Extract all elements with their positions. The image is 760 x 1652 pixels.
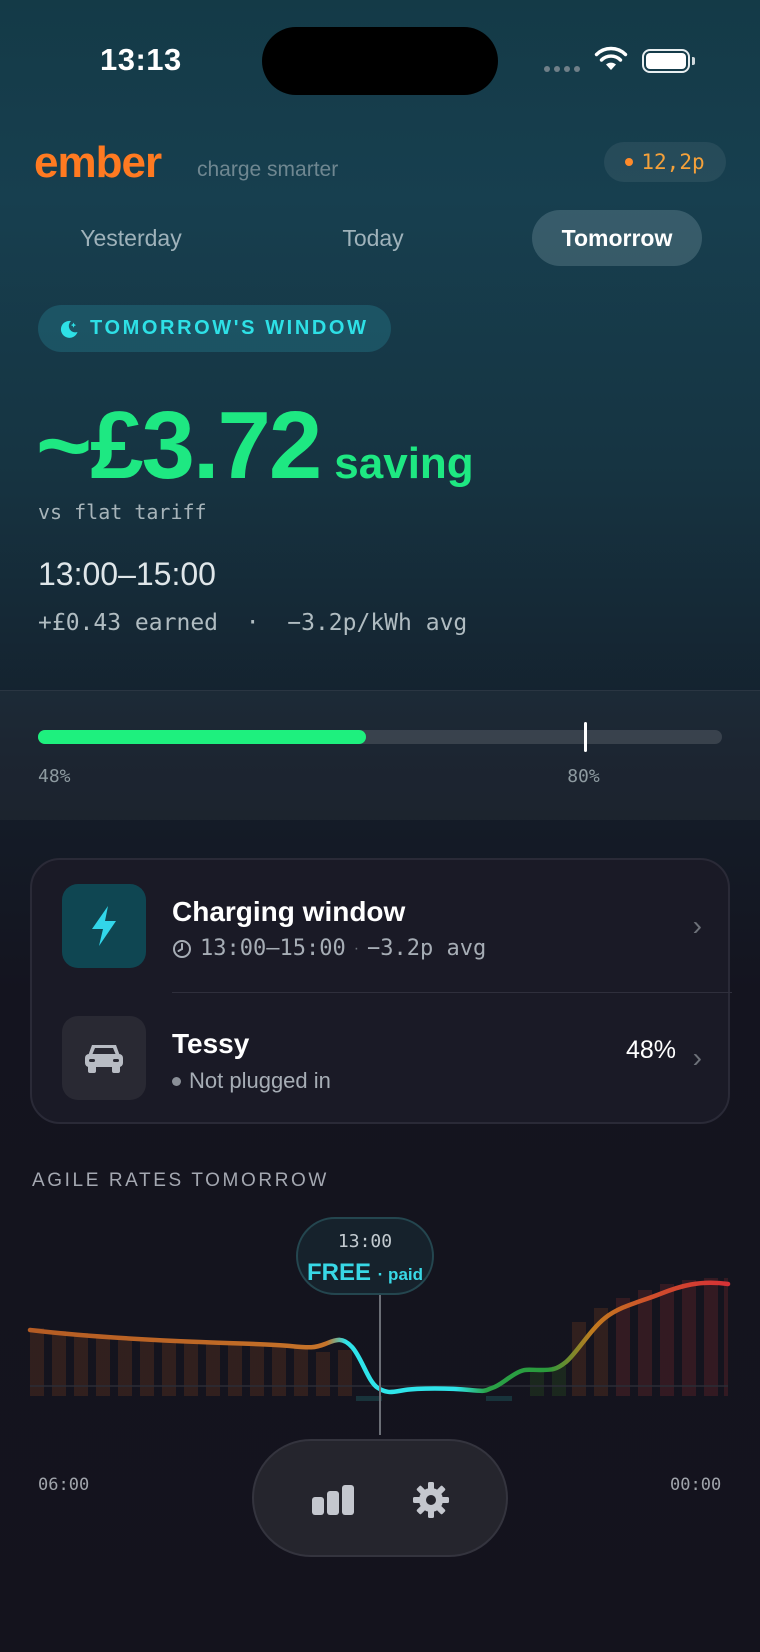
subtitle-separator: · xyxy=(353,939,360,957)
charging-window-avg: −3.2p avg xyxy=(367,936,487,961)
charging-window-time: 13:00–15:00 xyxy=(200,936,346,961)
x-axis-start-label: 06:00 xyxy=(38,1475,90,1495)
gear-icon xyxy=(413,1482,449,1518)
vehicle-status-text: Not plugged in xyxy=(189,1068,331,1093)
vehicle-battery: 48% xyxy=(625,1036,676,1064)
battery-progress-fill xyxy=(38,730,367,744)
charging-window-row[interactable]: Charging window 13:00–15:00 · −3.2p avg … xyxy=(32,860,732,993)
tab-yesterday[interactable]: Yesterday xyxy=(48,210,214,266)
day-selector: Yesterday Today Tomorrow xyxy=(36,210,724,266)
vehicle-icon-tile xyxy=(62,1016,146,1100)
charging-window-title: Charging window xyxy=(172,896,406,927)
window-time-range: 13:00–15:00 xyxy=(38,556,216,592)
app-tagline: charge smarter xyxy=(197,158,339,181)
x-axis-end-label: 00:00 xyxy=(670,1475,722,1495)
battery-current-label: 48% xyxy=(38,766,71,787)
tab-tomorrow[interactable]: Tomorrow xyxy=(532,210,702,266)
bar-chart-icon xyxy=(312,1485,354,1515)
tab-insights[interactable] xyxy=(308,1475,358,1525)
battery-progress-bar[interactable] xyxy=(38,722,722,752)
window-badge: TOMORROW'S WINDOW xyxy=(38,305,391,352)
chevron-right-icon: › xyxy=(692,910,702,941)
rates-section-title: AGILE RATES TOMORROW xyxy=(32,1170,329,1191)
comparison-label: vs flat tariff xyxy=(38,500,207,524)
chart-cursor-line xyxy=(379,1295,381,1435)
window-meta: +£0.43 earned · −3.2p/kWh avg xyxy=(38,610,468,636)
tab-today[interactable]: Today xyxy=(290,210,456,266)
current-price-badge[interactable]: 12,2p xyxy=(604,142,726,182)
battery-icon xyxy=(642,49,695,73)
vehicle-name: Tessy xyxy=(172,1028,250,1059)
saving-summary: ~£3.72 saving xyxy=(36,398,474,494)
price-dot-icon xyxy=(625,158,634,166)
charging-window-subtitle: 13:00–15:00 · −3.2p avg xyxy=(172,936,486,961)
charge-target-marker[interactable] xyxy=(584,722,588,752)
vehicle-status: Not plugged in xyxy=(172,1068,331,1094)
car-icon xyxy=(85,1045,123,1073)
battery-progress-section xyxy=(0,690,760,820)
clock-icon xyxy=(173,939,191,958)
rate-tooltip: 13:00 FREE · paid xyxy=(296,1217,434,1295)
lightning-bolt-icon xyxy=(92,906,116,946)
current-price-value: 12,2p xyxy=(641,150,705,174)
saving-label: saving xyxy=(334,439,474,488)
bottom-tab-bar xyxy=(252,1439,508,1557)
moon-icon xyxy=(60,320,78,338)
wifi-icon xyxy=(594,46,628,70)
tooltip-price-suffix: · paid xyxy=(377,1265,424,1284)
saving-amount: ~£3.72 xyxy=(36,392,322,499)
cellular-signal-icon xyxy=(544,66,580,72)
status-time: 13:13 xyxy=(100,42,182,77)
status-bar: 13:13 xyxy=(0,0,760,100)
dynamic-island xyxy=(262,27,498,95)
charging-icon-tile xyxy=(62,884,146,968)
window-badge-label: TOMORROW'S WINDOW xyxy=(90,317,369,339)
app-logo: ember xyxy=(34,138,162,187)
battery-target-label: 80% xyxy=(567,766,600,787)
tooltip-price-value: FREE xyxy=(306,1259,371,1286)
status-dot-icon xyxy=(172,1076,181,1086)
tab-settings[interactable] xyxy=(406,1475,456,1525)
tooltip-price: FREE · paid xyxy=(298,1259,432,1287)
tooltip-time: 13:00 xyxy=(337,1231,393,1252)
chevron-right-icon: › xyxy=(692,1042,702,1073)
vehicle-row[interactable]: Tessy Not plugged in 48% › xyxy=(32,992,732,1124)
summary-card: Charging window 13:00–15:00 · −3.2p avg … xyxy=(30,858,732,1124)
